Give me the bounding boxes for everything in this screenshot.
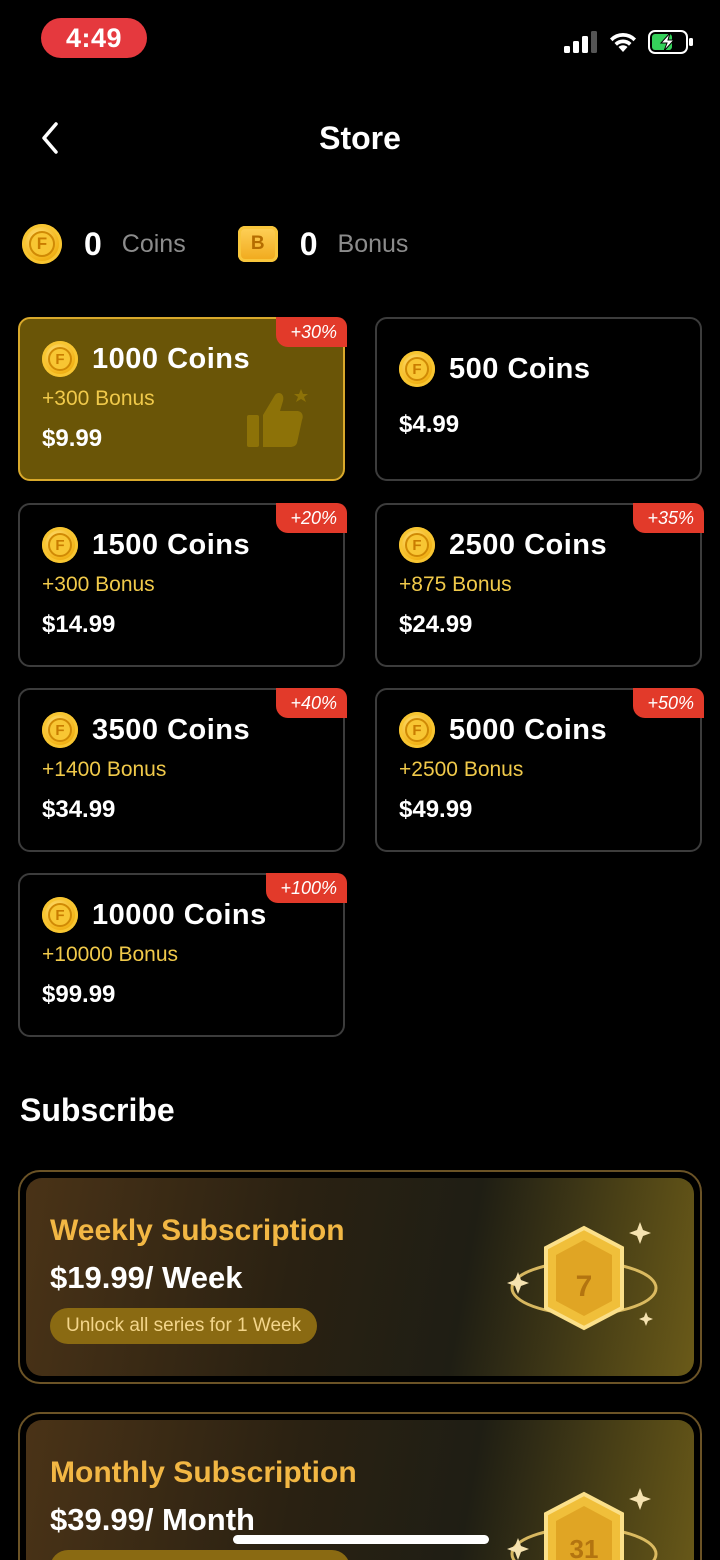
bonus-balance-label: Bonus — [337, 229, 409, 258]
coins-balance-label: Coins — [121, 229, 186, 258]
coin-icon: F — [42, 712, 78, 748]
coin-icon: F — [42, 341, 78, 377]
package-price: $49.99 — [399, 796, 473, 823]
status-bar: 4:49 — [0, 0, 720, 80]
bonus-balance: B 0 Bonus — [237, 225, 409, 263]
bonus-icon: B — [237, 226, 278, 262]
package-price: $99.99 — [42, 981, 116, 1008]
subscription-name: Weekly Subscription — [50, 1214, 345, 1247]
coins-balance-value: 0 — [84, 225, 102, 262]
package-coins: 2500 Coins — [449, 528, 608, 561]
wifi-icon — [610, 32, 636, 52]
package-bonus: +875 Bonus — [399, 573, 512, 596]
package-bonus: +300 Bonus — [42, 387, 155, 410]
status-icons — [564, 30, 694, 54]
coin-icon: F — [399, 712, 435, 748]
coin-icon: F — [399, 351, 435, 387]
cellular-signal-icon — [564, 31, 597, 53]
package-bonus: +1400 Bonus — [42, 758, 167, 781]
package-coins: 1500 Coins — [92, 528, 251, 561]
package-price: $14.99 — [42, 611, 116, 638]
package-price: $34.99 — [42, 796, 116, 823]
subscription-price: $19.99/ Week — [50, 1260, 243, 1295]
package-bonus: +10000 Bonus — [42, 943, 179, 966]
balance-bar: F 0 Coins B 0 Bonus — [22, 222, 460, 266]
monthly-badge-icon: 31 — [507, 1488, 658, 1560]
page-title: Store — [319, 120, 401, 156]
coin-icon: F — [22, 224, 62, 264]
weekly-badge-icon: 7 — [507, 1222, 658, 1331]
subscription-note — [50, 1550, 350, 1560]
package-bonus: +2500 Bonus — [399, 758, 524, 781]
package-price: $4.99 — [399, 411, 460, 438]
subscribe-heading: Subscribe — [20, 1092, 175, 1128]
coin-icon: F — [399, 527, 435, 563]
package-coins: 3500 Coins — [92, 713, 251, 746]
subscription-name: Monthly Subscription — [50, 1456, 357, 1489]
home-indicator[interactable] — [233, 1535, 489, 1544]
subscription-price: $39.99/ Month — [50, 1502, 255, 1537]
discount-badge: +40% — [276, 688, 347, 718]
coin-icon: F — [42, 897, 78, 933]
discount-badge: +35% — [633, 503, 704, 533]
thumbs-up-icon — [247, 389, 308, 447]
coin-package-5000[interactable]: F 5000 Coins +2500 Bonus $49.99 +50% — [375, 688, 704, 852]
package-bonus: +300 Bonus — [42, 573, 155, 596]
package-coins: 10000 Coins — [92, 898, 267, 931]
coin-package-2500[interactable]: F 2500 Coins +875 Bonus $24.99 +35% — [375, 503, 704, 667]
coin-icon: F — [42, 527, 78, 563]
svg-text:7: 7 — [576, 1270, 593, 1303]
weekly-subscription-card[interactable]: Weekly Subscription $19.99/ Week Unlock … — [18, 1170, 702, 1384]
subscription-note: Unlock all series for 1 Week — [50, 1308, 318, 1344]
discount-badge: +50% — [633, 688, 704, 718]
package-coins: 1000 Coins — [92, 342, 251, 375]
package-coins: 500 Coins — [449, 352, 591, 385]
coin-package-1000[interactable]: F 1000 Coins +300 Bonus $9.99 +30% — [18, 317, 347, 481]
bonus-balance-value: 0 — [299, 225, 318, 262]
discount-badge: +20% — [276, 503, 347, 533]
status-time: 4:49 — [41, 18, 147, 58]
coin-package-500[interactable]: F 500 Coins $4.99 — [375, 317, 702, 481]
battery-charging-icon — [648, 30, 693, 54]
discount-badge: +30% — [276, 317, 347, 347]
coins-balance: F 0 Coins — [22, 224, 186, 264]
coin-package-1500[interactable]: F 1500 Coins +300 Bonus $14.99 +20% — [18, 503, 347, 667]
package-price: $24.99 — [399, 611, 473, 638]
discount-badge: +100% — [266, 873, 347, 903]
header: Store — [0, 100, 720, 180]
svg-text:31: 31 — [570, 1534, 599, 1560]
package-coins: 5000 Coins — [449, 713, 608, 746]
coin-package-3500[interactable]: F 3500 Coins +1400 Bonus $34.99 +40% — [18, 688, 347, 852]
coin-package-10000[interactable]: F 10000 Coins +10000 Bonus $99.99 +100% — [18, 873, 347, 1037]
package-price: $9.99 — [42, 425, 103, 452]
